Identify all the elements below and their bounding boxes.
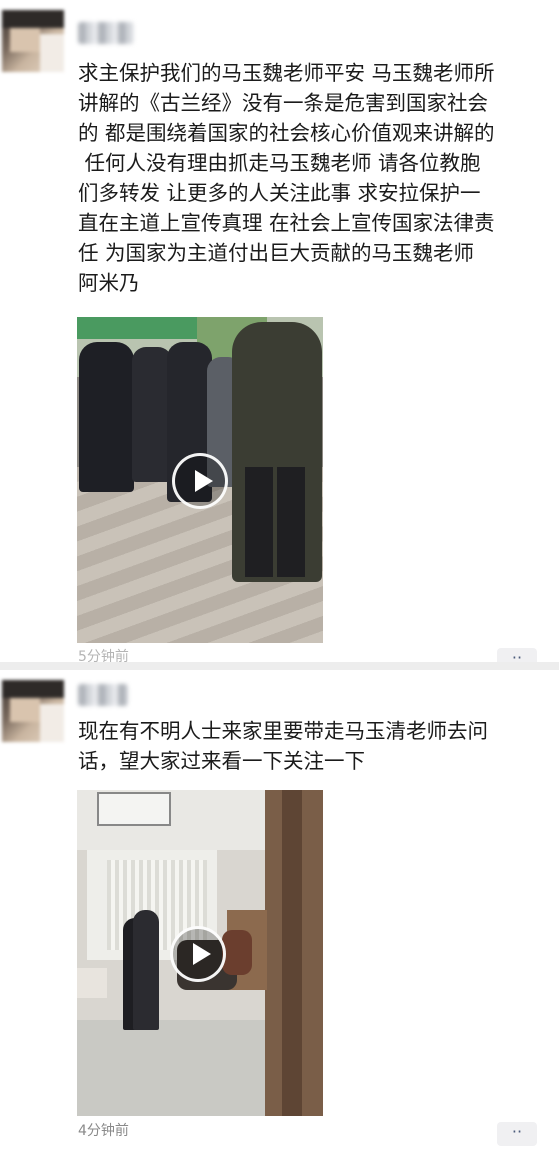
post-text: 求主保护我们的马玉魏老师平安 马玉魏老师所 讲解的《古兰经》没有一条是危害到国家… xyxy=(78,61,495,295)
video-thumbnail[interactable] xyxy=(77,790,323,1116)
post-time: 4分钟前 xyxy=(78,1123,129,1139)
moment-post: 求主保护我们的马玉魏老师平安 马玉魏老师所 讲解的《古兰经》没有一条是危害到国家… xyxy=(0,0,559,672)
post-separator xyxy=(0,662,559,670)
play-icon[interactable] xyxy=(172,453,228,509)
avatar[interactable] xyxy=(2,10,64,72)
post-text: 现在有不明人士来家里要带走马玉清老师去问 话，望大家过来看一下关注一下 xyxy=(78,719,488,773)
more-dots-icon[interactable]: ·· xyxy=(497,1122,537,1146)
avatar[interactable] xyxy=(2,680,64,742)
user-name-blurred[interactable] xyxy=(78,22,134,44)
play-icon[interactable] xyxy=(170,926,226,982)
user-name-blurred[interactable] xyxy=(78,684,128,706)
moment-post: 现在有不明人士来家里要带走马玉清老师去问 话，望大家过来看一下关注一下 4分钟前… xyxy=(0,670,559,1151)
video-thumbnail[interactable] xyxy=(77,317,323,643)
